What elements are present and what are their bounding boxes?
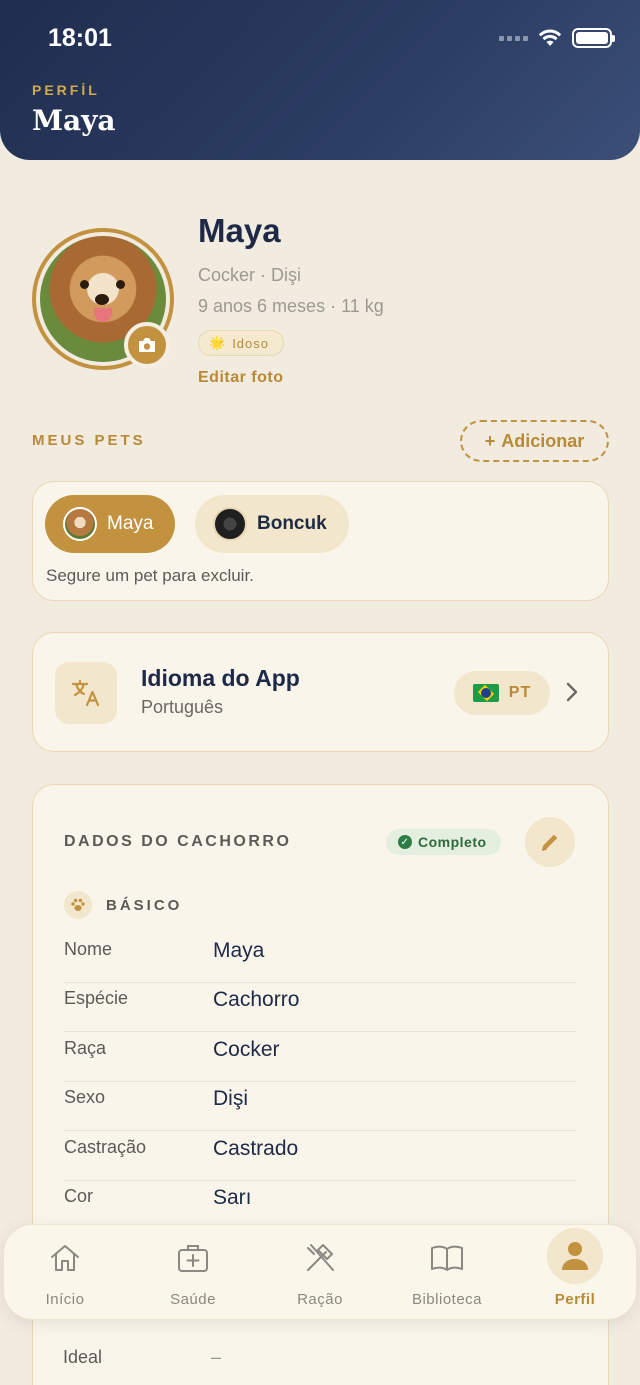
- field-value: Cachorro: [213, 988, 300, 1011]
- pets-card: Maya Boncuk Segure um pet para excluir.: [32, 481, 609, 601]
- pet-chip-avatar: [63, 507, 97, 541]
- language-current: Português: [141, 697, 224, 717]
- language-code: PT: [508, 684, 532, 701]
- dog-data-title: DADOS DO CACHORRO: [64, 833, 292, 850]
- pet-age-weight: 9 anos 6 meses · 11 kg: [198, 296, 384, 316]
- language-code-pill: PT: [454, 671, 550, 715]
- tab-label: Ração: [297, 1291, 343, 1308]
- tab-perfil[interactable]: Perfil: [515, 1225, 635, 1321]
- header-kicker: PERFİL: [32, 82, 100, 98]
- status-badge-label: Completo: [418, 834, 487, 850]
- pet-chip-maya[interactable]: Maya: [45, 495, 176, 553]
- field-key: Nome: [64, 939, 113, 959]
- pet-name: Maya: [198, 212, 281, 249]
- brazil-flag-icon: [472, 684, 499, 702]
- field-row: Castração Castrado: [64, 1131, 576, 1181]
- plus-icon: +: [484, 430, 496, 451]
- pet-chip-boncuk[interactable]: Boncuk: [195, 495, 349, 553]
- medical-kit-icon: [176, 1239, 210, 1277]
- add-pet-label: Adicionar: [501, 430, 585, 451]
- language-setting-row[interactable]: Idioma do App Português PT: [32, 632, 609, 752]
- status-badge: ✓ Completo: [386, 829, 501, 855]
- signal-icon: [499, 35, 528, 41]
- field-row: Raça Cocker: [64, 1032, 576, 1082]
- status-time: 18:01: [48, 24, 112, 52]
- translate-icon: [55, 662, 117, 724]
- field-key: Raça: [64, 1038, 107, 1058]
- field-key: Espécie: [64, 988, 129, 1008]
- field-row: Espécie Cachorro: [64, 982, 576, 1032]
- field-key: Sexo: [64, 1087, 106, 1107]
- field-value: Dişi: [213, 1087, 248, 1110]
- chevron-right-icon: [566, 682, 578, 702]
- page-title: Maya: [32, 104, 116, 137]
- field-value: Cocker: [213, 1038, 280, 1061]
- field-key: Cor: [64, 1186, 94, 1206]
- camera-icon: [139, 338, 155, 352]
- field-value: Castrado: [213, 1137, 299, 1160]
- wifi-icon: [538, 29, 562, 46]
- senior-badge-label: Idoso: [232, 335, 269, 351]
- edit-photo-link[interactable]: Editar foto: [198, 369, 284, 387]
- field-row: Cor Sarı: [64, 1180, 576, 1230]
- senior-badge: 🌟 Idoso: [198, 330, 284, 356]
- field-key: Castração: [64, 1137, 147, 1157]
- tab-label: Biblioteca: [411, 1291, 483, 1308]
- field-row: Sexo Dişi: [64, 1081, 576, 1131]
- header: 18:01 PERFİL Maya: [0, 0, 640, 160]
- basic-section-header: BÁSICO: [64, 891, 182, 919]
- star-icon: 🌟: [209, 335, 227, 350]
- utensils-icon: [303, 1239, 337, 1277]
- basic-section-label: BÁSICO: [106, 896, 183, 914]
- camera-button[interactable]: [124, 322, 170, 368]
- my-pets-label: MEUS PETS: [32, 432, 146, 449]
- pet-chip-label: Maya: [107, 513, 154, 534]
- tab-label: Início: [45, 1291, 85, 1308]
- pets-hint: Segure um pet para excluir.: [46, 566, 254, 585]
- status-icons: [499, 28, 615, 48]
- user-icon: [547, 1228, 603, 1284]
- tab-label: Saúde: [170, 1291, 216, 1308]
- ideal-key: Ideal: [63, 1347, 103, 1367]
- bottom-tab-bar: Início Saúde Ração Biblioteca Perfil: [3, 1224, 637, 1320]
- ideal-value: –: [211, 1347, 222, 1367]
- tab-label: Perfil: [554, 1291, 596, 1308]
- pet-chip-label: Boncuk: [257, 513, 327, 534]
- field-value: Sarı: [213, 1186, 252, 1209]
- language-title: Idioma do App: [141, 665, 300, 691]
- home-icon: [48, 1239, 82, 1277]
- field-row: Nome Maya: [64, 933, 576, 983]
- check-icon: ✓: [398, 835, 412, 849]
- tab-inicio[interactable]: Início: [5, 1225, 125, 1321]
- edit-data-button[interactable]: [525, 817, 575, 867]
- paw-icon: [64, 891, 92, 919]
- pencil-icon: [541, 834, 558, 851]
- tab-biblioteca[interactable]: Biblioteca: [387, 1225, 507, 1321]
- book-icon: [429, 1239, 465, 1277]
- pet-chip-avatar: [213, 507, 247, 541]
- tab-racao[interactable]: Ração: [260, 1225, 380, 1321]
- battery-icon: [572, 28, 615, 48]
- tab-saude[interactable]: Saúde: [133, 1225, 253, 1321]
- add-pet-button[interactable]: + Adicionar: [460, 420, 609, 462]
- pet-breed: Cocker · Dişi: [198, 265, 302, 285]
- field-value: Maya: [213, 939, 265, 962]
